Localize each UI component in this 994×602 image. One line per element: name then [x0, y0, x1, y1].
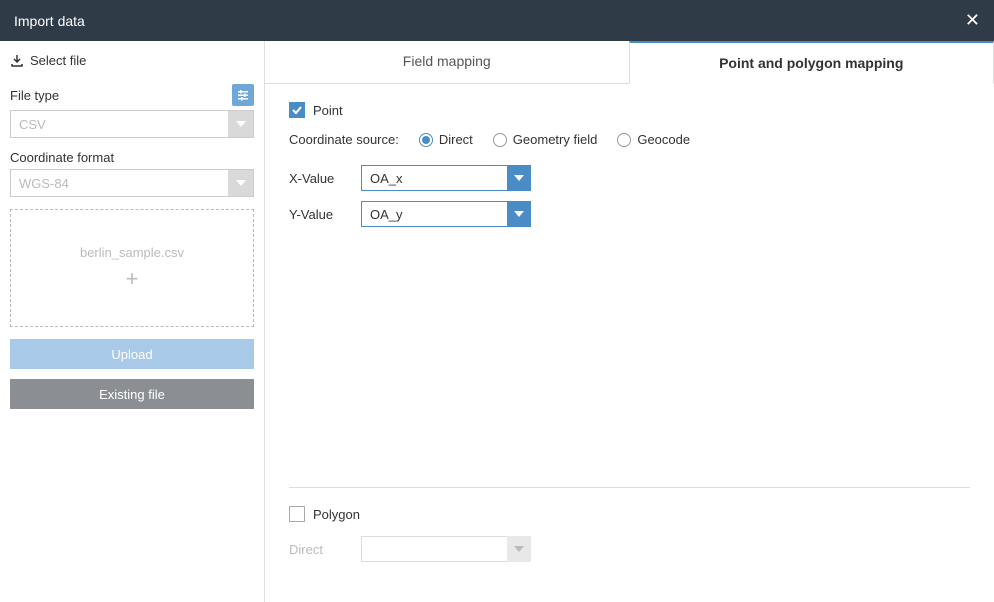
radio-direct[interactable]: Direct [419, 132, 473, 147]
sidebar: Select file File type Coordi [0, 41, 265, 602]
radio-geometry-label: Geometry field [513, 132, 598, 147]
polygon-direct-input [361, 536, 531, 562]
coord-format-label: Coordinate format [10, 150, 114, 165]
radio-direct-label: Direct [439, 132, 473, 147]
polygon-direct-row: Direct [289, 536, 970, 562]
main: Field mapping Point and polygon mapping … [265, 41, 994, 602]
upload-button[interactable]: Upload [10, 339, 254, 369]
select-file-label: Select file [30, 53, 86, 68]
file-type-label: File type [10, 88, 59, 103]
coord-format-label-row: Coordinate format [10, 150, 254, 165]
file-type-input[interactable] [10, 110, 254, 138]
point-label: Point [313, 103, 343, 118]
y-value-row: Y-Value [289, 201, 970, 227]
tabs: Field mapping Point and polygon mapping [265, 41, 994, 84]
x-value-label: X-Value [289, 171, 349, 186]
radio-geometry[interactable]: Geometry field [493, 132, 598, 147]
polygon-direct-select [361, 536, 531, 562]
polygon-direct-label: Direct [289, 542, 349, 557]
polygon-checkbox-row: Polygon [289, 506, 970, 522]
dialog-title: Import data [14, 13, 85, 29]
radio-icon [617, 133, 631, 147]
select-file-row: Select file [10, 53, 254, 68]
x-value-row: X-Value [289, 165, 970, 191]
dialog-header: Import data ✕ [0, 0, 994, 41]
dialog-body: Select file File type Coordi [0, 41, 994, 602]
coord-format-input[interactable] [10, 169, 254, 197]
y-value-input[interactable] [361, 201, 531, 227]
tab-content: Point Coordinate source: Direct Geometry… [265, 84, 994, 602]
coord-format-select[interactable] [10, 169, 254, 197]
coord-source-label: Coordinate source: [289, 132, 399, 147]
point-checkbox-row: Point [289, 102, 970, 118]
tab-point-polygon[interactable]: Point and polygon mapping [629, 41, 994, 84]
x-value-input[interactable] [361, 165, 531, 191]
close-icon[interactable]: ✕ [965, 10, 980, 31]
point-checkbox[interactable] [289, 102, 305, 118]
radio-icon [419, 133, 433, 147]
coord-source-row: Coordinate source: Direct Geometry field… [289, 132, 970, 147]
chevron-down-icon[interactable] [228, 169, 254, 197]
tab-field-mapping[interactable]: Field mapping [265, 41, 629, 83]
chevron-down-icon[interactable] [507, 201, 531, 227]
y-value-select[interactable] [361, 201, 531, 227]
dropzone-filename: berlin_sample.csv [80, 245, 184, 260]
polygon-checkbox[interactable] [289, 506, 305, 522]
section-divider [289, 487, 970, 488]
chevron-down-icon[interactable] [507, 165, 531, 191]
radio-geocode[interactable]: Geocode [617, 132, 690, 147]
existing-file-button[interactable]: Existing file [10, 379, 254, 409]
file-dropzone[interactable]: berlin_sample.csv + [10, 209, 254, 327]
polygon-label: Polygon [313, 507, 360, 522]
settings-icon[interactable] [232, 84, 254, 106]
x-value-select[interactable] [361, 165, 531, 191]
radio-icon [493, 133, 507, 147]
y-value-label: Y-Value [289, 207, 349, 222]
download-icon [10, 54, 24, 68]
plus-icon: + [126, 266, 139, 292]
chevron-down-icon[interactable] [228, 110, 254, 138]
file-type-label-row: File type [10, 84, 254, 106]
chevron-down-icon [507, 536, 531, 562]
radio-geocode-label: Geocode [637, 132, 690, 147]
file-type-select[interactable] [10, 110, 254, 138]
